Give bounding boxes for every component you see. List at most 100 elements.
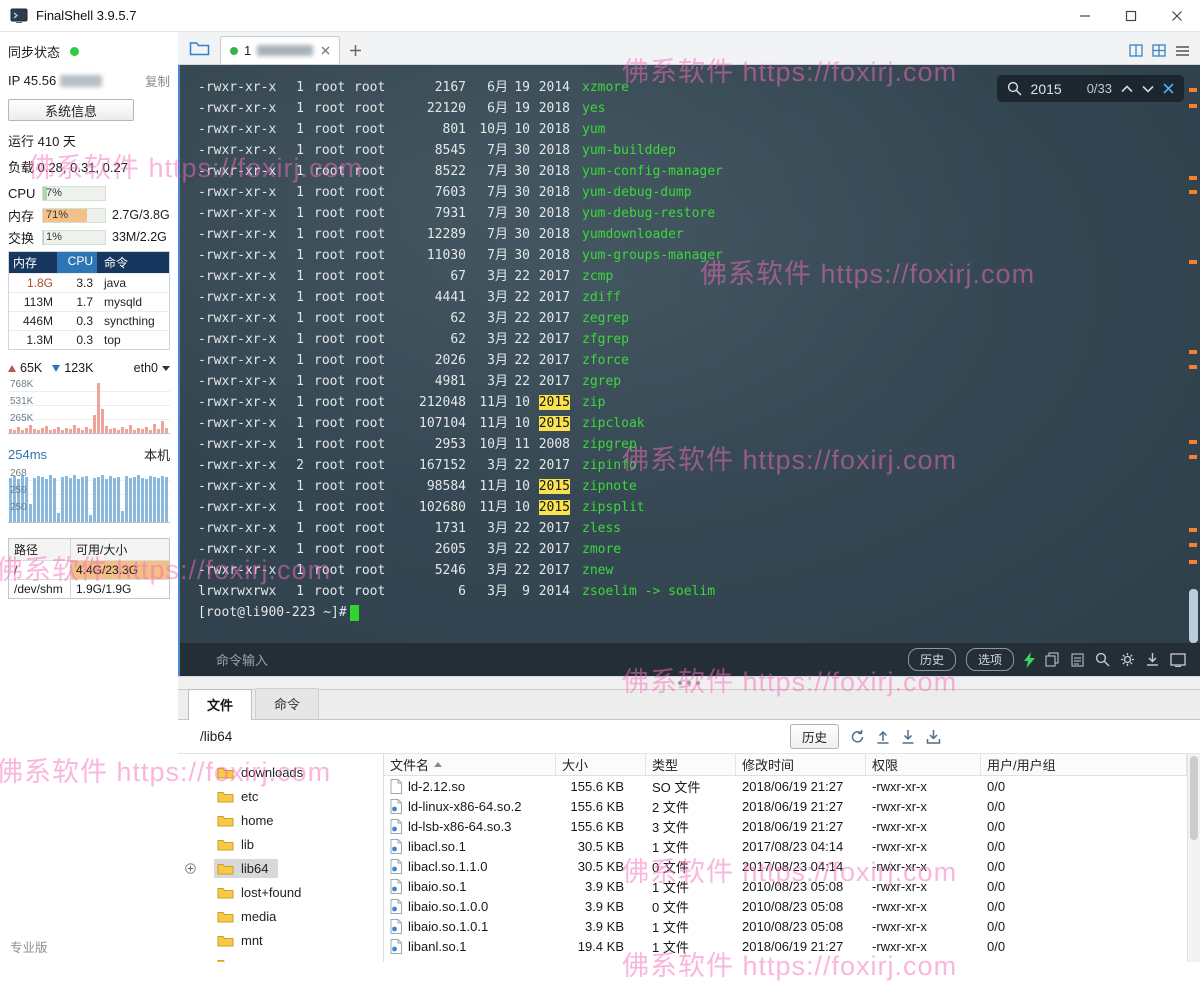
process-column-header[interactable]: CPU xyxy=(57,252,97,273)
process-column-header[interactable]: 命令 xyxy=(97,252,169,273)
terminal-line: -rwxr-xr-x 1 root root 22120 6月 19 2018 yes xyxy=(198,101,606,116)
process-column-header[interactable]: 内存 xyxy=(9,252,57,273)
file-name: libanl.so.1 xyxy=(408,938,467,954)
window-controls xyxy=(1062,0,1200,31)
options-button[interactable]: 选项 xyxy=(965,648,1014,671)
maximize-button[interactable] xyxy=(1108,0,1154,31)
file-size: 3.9 KB xyxy=(584,898,624,914)
file-row[interactable]: ld-lsb-x86-64.so.3 155.6 KB 3 文件 2018/06/19… xyxy=(384,816,1187,836)
file-row[interactable]: libacl.so.1 30.5 KB 1 文件 2017/08/23 04:14 -r… xyxy=(384,836,1187,856)
disk-table-body: /4.4G/23.3G/dev/shm 1.9G/1.9G xyxy=(9,560,169,598)
history-button[interactable]: 历史 xyxy=(907,648,956,671)
tab-files[interactable]: 文件 xyxy=(188,689,253,720)
terminal-screen: -rwxr-xr-x 1 root root 2167 6月 19 2014 xzmore -rw… xyxy=(198,77,723,624)
command-input[interactable]: 命令输入 xyxy=(216,650,268,669)
process-cell: 1.3M xyxy=(26,333,53,347)
file-history-button[interactable]: 历史 xyxy=(790,724,840,749)
file-list-scrollbar[interactable] xyxy=(1187,754,1200,962)
file-row[interactable]: libaio.so.1 3.9 KB 1 文件 2010/08/23 05:08 -rw… xyxy=(384,876,1187,896)
copy-icon[interactable] xyxy=(1045,652,1060,667)
terminal-scrollbar-thumb[interactable] xyxy=(1189,589,1198,643)
tree-item-downloads[interactable]: downloads xyxy=(178,760,383,784)
menu-icon[interactable] xyxy=(1175,45,1190,57)
tree-item-lost+found[interactable]: lost+found xyxy=(178,880,383,904)
transfer-icon[interactable] xyxy=(926,729,941,744)
file-size: 155.6 KB xyxy=(570,818,625,834)
minimize-button[interactable] xyxy=(1062,0,1108,31)
file-mtime: 2010/08/23 05:08 xyxy=(742,898,844,914)
process-row[interactable]: 1.8G 3.3 java xyxy=(9,273,169,292)
new-tab-button[interactable] xyxy=(340,36,370,64)
tab-status-dot xyxy=(230,46,238,55)
column-header-0[interactable]: 文件名 xyxy=(384,754,556,775)
terminal-tab[interactable]: 1 xyxy=(220,36,341,64)
search-next-icon[interactable] xyxy=(1142,85,1154,93)
tree-item-home[interactable]: home xyxy=(178,808,383,832)
system-info-button[interactable]: 系统信息 xyxy=(8,99,134,121)
tab-commands[interactable]: 命令 xyxy=(255,688,320,719)
close-button[interactable] xyxy=(1154,0,1200,31)
tree-item-lib[interactable]: lib xyxy=(178,832,383,856)
file-owner: 0/0 xyxy=(987,798,1006,814)
tree-item-etc[interactable]: etc xyxy=(178,784,383,808)
tree-item-lib64[interactable]: lib64 xyxy=(178,856,383,880)
file-name: libaio.so.1.0.0 xyxy=(408,898,489,914)
file-mtime: 2018/06/19 21:27 xyxy=(742,938,844,954)
column-header-5[interactable]: 用户/用户组 xyxy=(981,754,1187,775)
terminal[interactable]: -rwxr-xr-x 1 root root 2167 6月 19 2014 xzmore -rw… xyxy=(178,65,1200,643)
lightning-icon[interactable] xyxy=(1024,651,1035,668)
download-icon[interactable] xyxy=(1145,652,1160,667)
process-row[interactable]: 113M 1.7 mysqld xyxy=(9,292,169,311)
connections-folder-button[interactable] xyxy=(186,35,212,61)
gear-icon[interactable] xyxy=(1120,652,1135,667)
file-permissions: -rwxr-xr-x xyxy=(872,838,927,854)
search-query[interactable]: 2015 xyxy=(1031,81,1062,97)
process-row[interactable]: 446M 0.3 syncthing xyxy=(9,311,169,330)
file-table: 文件名 大小 类型 修改时间 权限 用户/用户组 ld-2.12.so 155.6 KB SO… xyxy=(384,754,1187,962)
panel-splitter[interactable] xyxy=(178,676,1200,690)
search-match-marker xyxy=(1189,88,1197,92)
disk-row[interactable]: /dev/shm 1.9G/1.9G xyxy=(9,579,169,598)
file-permissions: -rwxr-xr-x xyxy=(872,818,927,834)
terminal-window-icon[interactable] xyxy=(1170,652,1186,667)
layout-split-icon[interactable] xyxy=(1129,44,1143,57)
folder-icon xyxy=(217,934,234,947)
file-icon xyxy=(390,818,402,834)
tree-item-mnt[interactable]: mnt xyxy=(178,928,383,952)
download-tray-icon[interactable] xyxy=(901,729,915,744)
file-row[interactable]: libaio.so.1.0.0 3.9 KB 0 文件 2010/08/23 05:0… xyxy=(384,896,1187,916)
file-row[interactable]: ld-linux-x86-64.so.2 155.6 KB 2 文件 2018/06/… xyxy=(384,796,1187,816)
disk-row[interactable]: /4.4G/23.3G xyxy=(9,560,169,579)
file-scrollbar-thumb[interactable] xyxy=(1190,756,1198,840)
file-mtime: 2018/06/19 21:27 xyxy=(742,818,844,834)
search-close-icon[interactable] xyxy=(1163,83,1174,94)
process-row[interactable]: 1.3M 0.3 top xyxy=(9,330,169,349)
refresh-icon[interactable] xyxy=(850,729,865,744)
tree-item-media[interactable]: media xyxy=(178,904,383,928)
column-header-2[interactable]: 类型 xyxy=(646,754,736,775)
file-row[interactable]: libaio.so.1.0.1 3.9 KB 1 文件 2010/08/23 05:0… xyxy=(384,916,1187,936)
search-icon[interactable] xyxy=(1095,652,1110,667)
file-owner: 0/0 xyxy=(987,898,1006,914)
tree-item-clipped[interactable] xyxy=(178,952,383,962)
upload-icon[interactable] xyxy=(876,729,890,744)
search-match-marker xyxy=(1189,365,1197,369)
copy-ip-button[interactable]: 复制 xyxy=(145,71,170,90)
column-header-1[interactable]: 大小 xyxy=(556,754,646,775)
interface-select[interactable]: eth0 xyxy=(134,361,170,375)
folder-icon xyxy=(217,886,234,899)
expand-icon[interactable] xyxy=(185,863,196,874)
search-match-marker xyxy=(1189,176,1197,180)
current-path[interactable]: /lib64 xyxy=(200,729,232,744)
file-row[interactable]: ld-2.12.so 155.6 KB SO 文件 2018/06/19 21:27 -… xyxy=(384,776,1187,796)
file-row[interactable]: libanl.so.1 19.4 KB 1 文件 2018/06/19 21:27 -r… xyxy=(384,936,1187,956)
layout-grid-icon[interactable] xyxy=(1152,44,1166,57)
disk-table: 路径 可用/大小 /4.4G/23.3G/dev/shm 1.9G/1.9G xyxy=(8,538,170,599)
file-row[interactable]: libacl.so.1.1.0 30.5 KB 0 文件 2017/08/23 04:… xyxy=(384,856,1187,876)
search-prev-icon[interactable] xyxy=(1121,84,1133,93)
tab-close-icon[interactable] xyxy=(321,46,330,55)
paste-icon[interactable] xyxy=(1070,652,1085,667)
column-header-4[interactable]: 权限 xyxy=(866,754,981,775)
column-header-3[interactable]: 修改时间 xyxy=(736,754,866,775)
folder-icon xyxy=(217,814,234,827)
